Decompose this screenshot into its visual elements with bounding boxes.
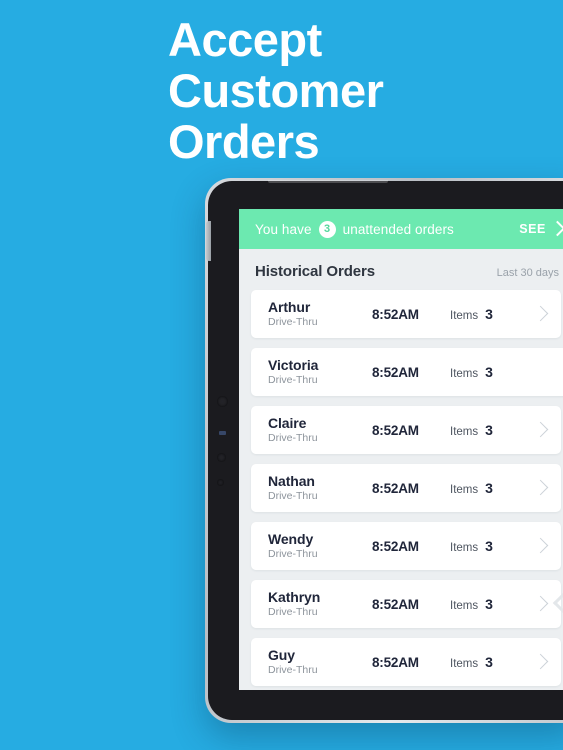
- page-title: Accept Customer Orders: [168, 14, 558, 167]
- headline-line-3: Orders: [168, 115, 320, 168]
- order-items: Items 3: [450, 364, 493, 380]
- order-items: Items 3: [450, 480, 493, 496]
- items-label: Items: [450, 484, 479, 496]
- chevron-right-icon[interactable]: [535, 536, 547, 556]
- table-row[interactable]: Claire Drive-Thru 8:52AM Items 3: [251, 406, 561, 454]
- order-channel: Drive-Thru: [268, 606, 318, 618]
- table-row[interactable]: Guy Drive-Thru 8:52AM Items 3: [251, 638, 561, 686]
- items-count: 3: [485, 480, 493, 496]
- items-count: 3: [485, 596, 493, 612]
- headline-line-1: Accept: [168, 13, 322, 66]
- orders-list: Arthur Drive-Thru 8:52AM Items 3 Victori…: [239, 290, 563, 686]
- order-channel: Drive-Thru: [268, 374, 318, 386]
- order-customer: Claire Drive-Thru: [268, 415, 372, 445]
- customer-name: Claire: [268, 415, 307, 431]
- status-led-icon: [219, 431, 226, 435]
- unattended-orders-banner[interactable]: You have 3 unattended orders SEE: [239, 209, 563, 249]
- items-label: Items: [450, 658, 479, 670]
- order-items: Items 3: [450, 538, 493, 554]
- items-label: Items: [450, 368, 479, 380]
- items-count: 3: [485, 654, 493, 670]
- banner-prefix-text: You have: [255, 221, 312, 237]
- customer-name: Wendy: [268, 531, 314, 547]
- table-row[interactable]: Wendy Drive-Thru 8:52AM Items 3: [251, 522, 561, 570]
- historical-orders-header: Historical Orders Last 30 days: [239, 249, 563, 290]
- banner-suffix-text: unattended orders: [342, 221, 454, 237]
- table-row[interactable]: Kathryn Drive-Thru 8:52AM Items 3: [251, 580, 561, 628]
- chevron-right-icon: [552, 220, 563, 238]
- items-label: Items: [450, 542, 479, 554]
- customer-name: Victoria: [268, 357, 319, 373]
- see-label: SEE: [519, 222, 546, 236]
- items-count: 3: [485, 538, 493, 554]
- chevron-right-icon[interactable]: [535, 594, 547, 614]
- order-time: 8:52AM: [372, 596, 419, 612]
- volume-button[interactable]: [206, 221, 211, 261]
- order-customer: Nathan Drive-Thru: [268, 473, 372, 503]
- customer-name: Guy: [268, 647, 295, 663]
- order-channel: Drive-Thru: [268, 490, 318, 502]
- items-label: Items: [450, 310, 479, 322]
- order-time: 8:52AM: [372, 480, 419, 496]
- order-customer: Kathryn Drive-Thru: [268, 589, 372, 619]
- microphone-icon: [217, 479, 224, 486]
- banner-message: You have 3 unattended orders: [255, 220, 454, 238]
- order-channel: Drive-Thru: [268, 316, 318, 328]
- device-speaker-grille: [268, 180, 388, 183]
- table-row[interactable]: Arthur Drive-Thru 8:52AM Items 3: [251, 290, 561, 338]
- customer-name: Arthur: [268, 299, 311, 315]
- table-row[interactable]: Nathan Drive-Thru 8:52AM Items 3: [251, 464, 561, 512]
- order-time: 8:52AM: [372, 654, 419, 670]
- chevron-left-icon: [553, 581, 563, 625]
- order-customer: Wendy Drive-Thru: [268, 531, 372, 561]
- order-items: Items 3: [450, 654, 493, 670]
- headline-line-2: Customer: [168, 64, 384, 117]
- items-label: Items: [450, 600, 479, 612]
- order-channel: Drive-Thru: [268, 548, 318, 560]
- chevron-right-icon[interactable]: [535, 478, 547, 498]
- items-count: 3: [485, 364, 493, 380]
- see-orders-button[interactable]: SEE: [519, 220, 563, 238]
- customer-name: Nathan: [268, 473, 315, 489]
- order-channel: Drive-Thru: [268, 664, 318, 676]
- chevron-right-icon[interactable]: [535, 420, 547, 440]
- order-time: 8:52AM: [372, 364, 419, 380]
- order-customer: Victoria Drive-Thru: [268, 357, 372, 387]
- camera-icon: [217, 396, 228, 407]
- items-label: Items: [450, 426, 479, 438]
- app-screen: You have 3 unattended orders SEE Histori…: [239, 209, 563, 690]
- items-count: 3: [485, 422, 493, 438]
- sensor-icon: [217, 453, 226, 462]
- order-time: 8:52AM: [372, 422, 419, 438]
- order-time: 8:52AM: [372, 306, 419, 322]
- tablet-device-mockup: You have 3 unattended orders SEE Histori…: [205, 178, 563, 723]
- section-title: Historical Orders: [255, 263, 376, 280]
- customer-name: Kathryn: [268, 589, 321, 605]
- order-items: Items 3: [450, 306, 493, 322]
- order-time: 8:52AM: [372, 538, 419, 554]
- chevron-right-icon[interactable]: [535, 304, 547, 324]
- order-customer: Arthur Drive-Thru: [268, 299, 372, 329]
- order-customer: Guy Drive-Thru: [268, 647, 372, 677]
- order-items: Items 3: [450, 422, 493, 438]
- unattended-count-badge: 3: [318, 220, 336, 238]
- date-range-label: Last 30 days: [496, 267, 559, 279]
- order-channel: Drive-Thru: [268, 432, 318, 444]
- items-count: 3: [485, 306, 493, 322]
- order-items: Items 3: [450, 596, 493, 612]
- chevron-right-icon[interactable]: [535, 652, 547, 672]
- table-row[interactable]: Victoria Drive-Thru 8:52AM Items 3: [251, 348, 563, 396]
- device-bezel: You have 3 unattended orders SEE Histori…: [206, 180, 563, 720]
